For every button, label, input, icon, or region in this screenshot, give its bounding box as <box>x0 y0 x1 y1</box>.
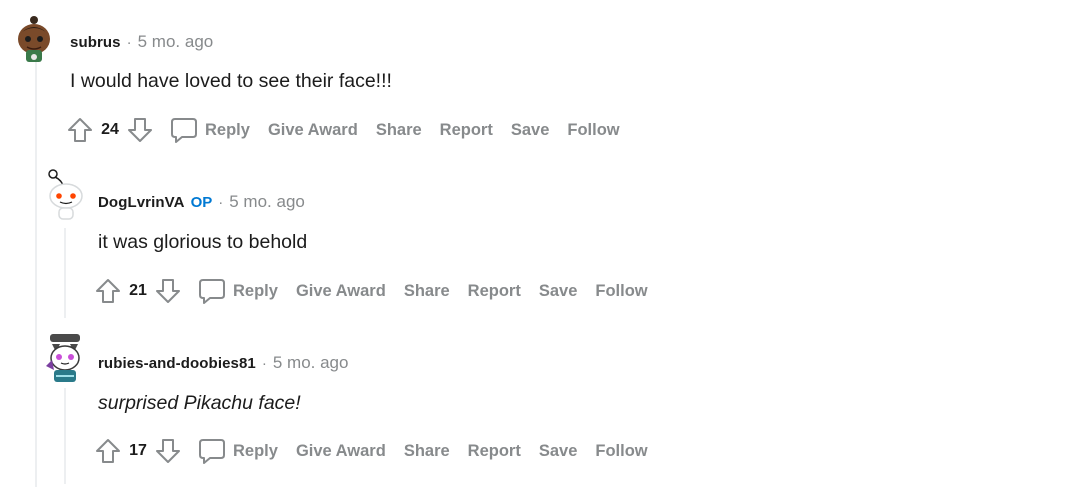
cat-avatar-icon[interactable] <box>44 330 86 384</box>
username[interactable]: rubies-and-doobies81 <box>98 355 256 372</box>
comment-bubble-icon[interactable] <box>197 276 227 306</box>
user-avatar-icon[interactable] <box>12 12 58 62</box>
give-award-button[interactable]: Give Award <box>268 121 358 140</box>
share-button[interactable]: Share <box>404 442 450 461</box>
follow-button[interactable]: Follow <box>595 282 647 301</box>
comment-body: I would have loved to see their face!!! <box>70 70 392 92</box>
comment-body: surprised Pikachu face! <box>98 392 301 414</box>
downvote-icon[interactable] <box>153 276 183 306</box>
vote-score: 21 <box>129 282 147 299</box>
comment-action-bar: 21 Reply Give Award Share Report Save Fo… <box>93 276 666 306</box>
upvote-icon[interactable] <box>93 436 123 466</box>
downvote-icon[interactable] <box>125 115 155 145</box>
username[interactable]: subrus <box>70 34 121 51</box>
upvote-icon[interactable] <box>65 115 95 145</box>
op-badge: OP <box>190 193 213 211</box>
vote-score: 17 <box>129 442 147 459</box>
comment-action-bar: 17 Reply Give Award Share Report Save Fo… <box>93 436 666 466</box>
comment-header: subrus · 5 mo. ago <box>70 31 213 53</box>
comment-bubble-icon[interactable] <box>169 115 199 145</box>
report-button[interactable]: Report <box>440 121 493 140</box>
upvote-icon[interactable] <box>93 276 123 306</box>
share-button[interactable]: Share <box>376 121 422 140</box>
separator-dot: · <box>126 33 132 51</box>
save-button[interactable]: Save <box>511 121 550 140</box>
save-button[interactable]: Save <box>539 442 578 461</box>
give-award-button[interactable]: Give Award <box>296 442 386 461</box>
comment-header: DogLvrinVA OP · 5 mo. ago <box>98 191 305 213</box>
thread-line-level-2[interactable] <box>64 228 66 318</box>
vote-score: 24 <box>101 121 119 138</box>
username[interactable]: DogLvrinVA <box>98 194 185 211</box>
timestamp[interactable]: 5 mo. ago <box>138 32 214 52</box>
reply-button[interactable]: Reply <box>233 442 278 461</box>
report-button[interactable]: Report <box>468 282 521 301</box>
downvote-icon[interactable] <box>153 436 183 466</box>
reply-button[interactable]: Reply <box>233 282 278 301</box>
thread-line-level-2b[interactable] <box>64 388 66 484</box>
comment-action-bar: 24 Reply Give Award Share Report Save Fo… <box>65 115 638 145</box>
comment-body: it was glorious to behold <box>98 231 308 253</box>
comment-thread: subrus · 5 mo. ago I would have loved to… <box>0 0 1080 497</box>
snoo-avatar-icon[interactable] <box>44 168 86 220</box>
follow-button[interactable]: Follow <box>595 442 647 461</box>
separator-dot: · <box>218 193 224 211</box>
reply-button[interactable]: Reply <box>205 121 250 140</box>
comment-header: rubies-and-doobies81 · 5 mo. ago <box>98 352 348 374</box>
comment-bubble-icon[interactable] <box>197 436 227 466</box>
share-button[interactable]: Share <box>404 282 450 301</box>
timestamp[interactable]: 5 mo. ago <box>229 192 305 212</box>
thread-line-level-1[interactable] <box>35 62 37 487</box>
follow-button[interactable]: Follow <box>567 121 619 140</box>
give-award-button[interactable]: Give Award <box>296 282 386 301</box>
timestamp[interactable]: 5 mo. ago <box>273 353 349 373</box>
separator-dot: · <box>261 354 267 372</box>
save-button[interactable]: Save <box>539 282 578 301</box>
report-button[interactable]: Report <box>468 442 521 461</box>
